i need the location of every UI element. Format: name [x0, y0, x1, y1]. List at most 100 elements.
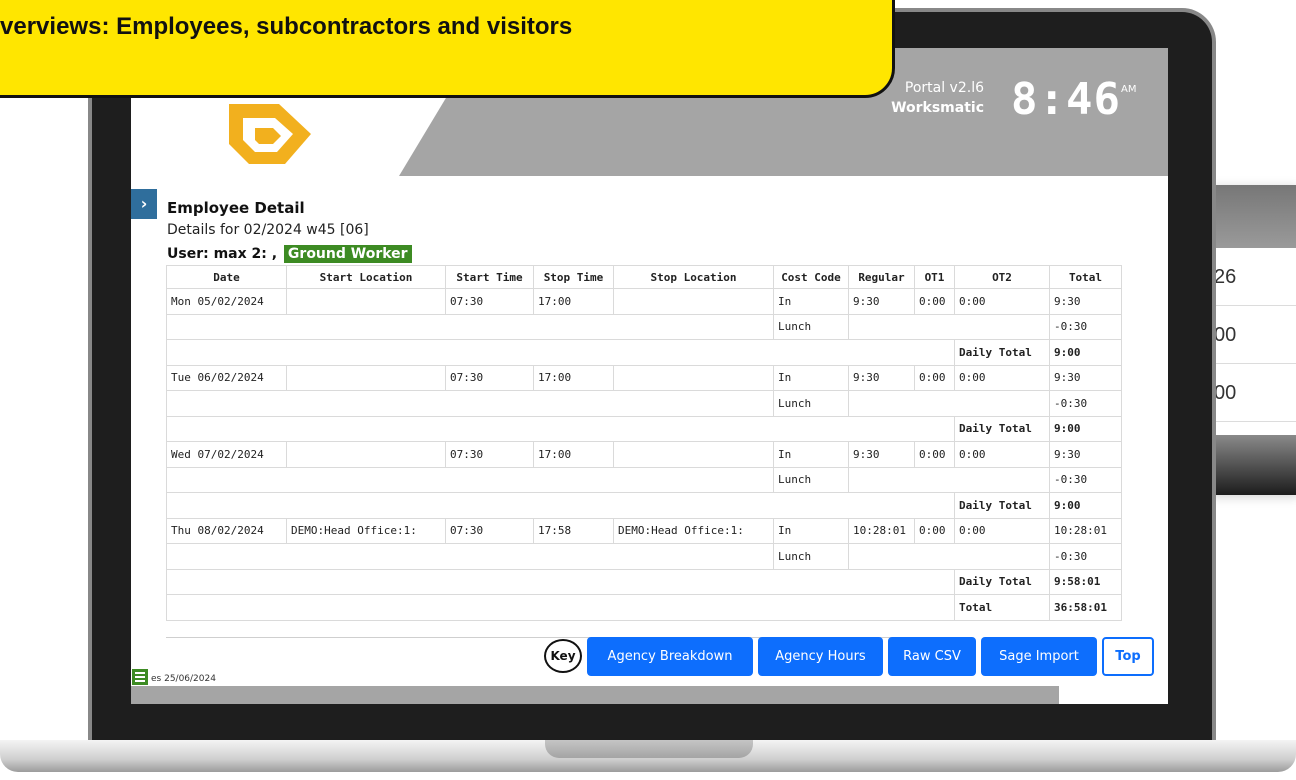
background-widget-row: 00	[1212, 364, 1296, 422]
role-badge: Ground Worker	[283, 245, 412, 263]
table-cell: 0:00	[914, 441, 955, 468]
table-row: Lunch -0:30	[166, 543, 1122, 570]
background-widget-row: 26	[1212, 248, 1296, 306]
table-cell	[166, 568, 955, 595]
total-cell: -0:30	[1049, 390, 1122, 417]
table-cell	[166, 313, 774, 340]
raw-csv-button[interactable]: Raw CSV	[888, 637, 976, 676]
table-cell: In	[773, 441, 849, 468]
company-name: Worksmatic	[891, 100, 984, 116]
user-info: User: max 2: , Ground Worker	[167, 245, 412, 263]
table-row: Lunch -0:30	[166, 390, 1122, 417]
table-row: Daily Total 9:00	[166, 339, 1122, 366]
table-row: Daily Total 9:00	[166, 415, 1122, 442]
footer-bar	[131, 686, 1059, 704]
table-row: Thu 08/02/2024 DEMO:Head Office:1: 07:30 17…	[166, 517, 1122, 544]
banner-text: ve overviews: Employees, subcontractors …	[0, 13, 573, 40]
table-cell	[848, 466, 1050, 493]
table-body: Mon 05/02/2024 07:30 17:00 In 9:30 0:00 0:00 9:…	[166, 288, 1122, 621]
app-screen: Portal v2.l6 Worksmatic 8:46 AM › Employ…	[131, 48, 1168, 704]
sidebar-expand-button[interactable]: ›	[131, 189, 157, 219]
table-header-row: Date Start Location Start Time Stop Time…	[166, 265, 1122, 289]
table-row: Lunch -0:30	[166, 466, 1122, 493]
background-widget-header	[1212, 185, 1296, 248]
table-cell	[613, 441, 774, 468]
table-cell: 0:00	[954, 288, 1050, 315]
table-cell	[286, 288, 446, 315]
daily-total-value: 9:00	[1049, 339, 1122, 366]
hours-table: Date Start Location Start Time Stop Time…	[166, 265, 1122, 621]
table-cell	[613, 288, 774, 315]
table-cell: 9:30	[848, 364, 915, 391]
clock-time: 8:46	[1011, 74, 1121, 125]
table-row: Total 36:58:01	[166, 594, 1122, 621]
cost-code-cell: Lunch	[773, 313, 849, 340]
promo-banner: ve overviews: Employees, subcontractors …	[0, 0, 895, 98]
column-header: OT2	[954, 265, 1050, 289]
company-logo	[229, 104, 311, 164]
page-title: Employee Detail	[167, 199, 305, 217]
details-period: Details for 02/2024 w45 [06]	[167, 222, 369, 238]
chevron-right-icon: ›	[140, 194, 148, 213]
total-cell: -0:30	[1049, 543, 1122, 570]
column-header: Start Location	[286, 265, 446, 289]
column-header: OT1	[914, 265, 955, 289]
table-cell: In	[773, 517, 849, 544]
table-cell	[286, 441, 446, 468]
table-cell	[166, 543, 774, 570]
column-header: Total	[1049, 265, 1122, 289]
table-cell	[166, 339, 955, 366]
background-widget: 26 00 00	[1212, 185, 1296, 495]
table-cell	[286, 364, 446, 391]
table-cell: Thu 08/02/2024	[166, 517, 287, 544]
table-cell	[848, 390, 1050, 417]
table-cell: 9:30	[1049, 288, 1122, 315]
table-row: Wed 07/02/2024 07:30 17:00 In 9:30 0:00 0:00 9:…	[166, 441, 1122, 468]
agency-hours-button[interactable]: Agency Hours	[758, 637, 883, 676]
table-cell: In	[773, 364, 849, 391]
table-cell: Tue 06/02/2024	[166, 364, 287, 391]
table-cell: 10:28:01	[1049, 517, 1122, 544]
table-cell: 9:30	[1049, 441, 1122, 468]
table-cell	[166, 492, 955, 519]
table-cell: 07:30	[445, 364, 534, 391]
top-button[interactable]: Top	[1102, 637, 1154, 676]
table-cell: Mon 05/02/2024	[166, 288, 287, 315]
agency-breakdown-button[interactable]: Agency Breakdown	[587, 637, 753, 676]
table-cell: 17:00	[533, 288, 614, 315]
table-cell	[166, 466, 774, 493]
portal-info: Portal v2.l6 Worksmatic	[879, 80, 984, 116]
table-row: Daily Total 9:00	[166, 492, 1122, 519]
table-cell: Wed 07/02/2024	[166, 441, 287, 468]
menu-icon[interactable]	[132, 669, 148, 685]
table-cell	[613, 364, 774, 391]
background-widget-footer	[1212, 435, 1296, 495]
portal-version: Portal v2.l6	[904, 80, 984, 96]
footer-date: es 25/06/2024	[151, 674, 216, 684]
table-cell: DEMO:Head Office:1:	[286, 517, 446, 544]
daily-total-label: Daily Total	[954, 415, 1050, 442]
sage-import-button[interactable]: Sage Import	[981, 637, 1097, 676]
key-button[interactable]: Key	[544, 639, 582, 673]
column-header: Stop Location	[613, 265, 774, 289]
daily-total-label: Daily Total	[954, 492, 1050, 519]
cost-code-cell: Lunch	[773, 543, 849, 570]
daily-total-value: 9:00	[1049, 492, 1122, 519]
daily-total-value: 9:00	[1049, 415, 1122, 442]
table-cell	[848, 543, 1050, 570]
table-cell: 9:30	[848, 288, 915, 315]
table-cell: 9:30	[1049, 364, 1122, 391]
column-header: Regular	[848, 265, 915, 289]
background-widget-row: 00	[1212, 306, 1296, 364]
table-cell: 9:30	[848, 441, 915, 468]
grand-total-label: Total	[954, 594, 1050, 621]
table-cell: 0:00	[914, 364, 955, 391]
column-header: Cost Code	[773, 265, 849, 289]
table-cell: In	[773, 288, 849, 315]
table-row: Daily Total 9:58:01	[166, 568, 1122, 595]
column-header: Start Time	[445, 265, 534, 289]
column-header: Date	[166, 265, 287, 289]
grand-total-value: 36:58:01	[1049, 594, 1122, 621]
table-cell: 17:00	[533, 364, 614, 391]
table-cell: 0:00	[954, 517, 1050, 544]
